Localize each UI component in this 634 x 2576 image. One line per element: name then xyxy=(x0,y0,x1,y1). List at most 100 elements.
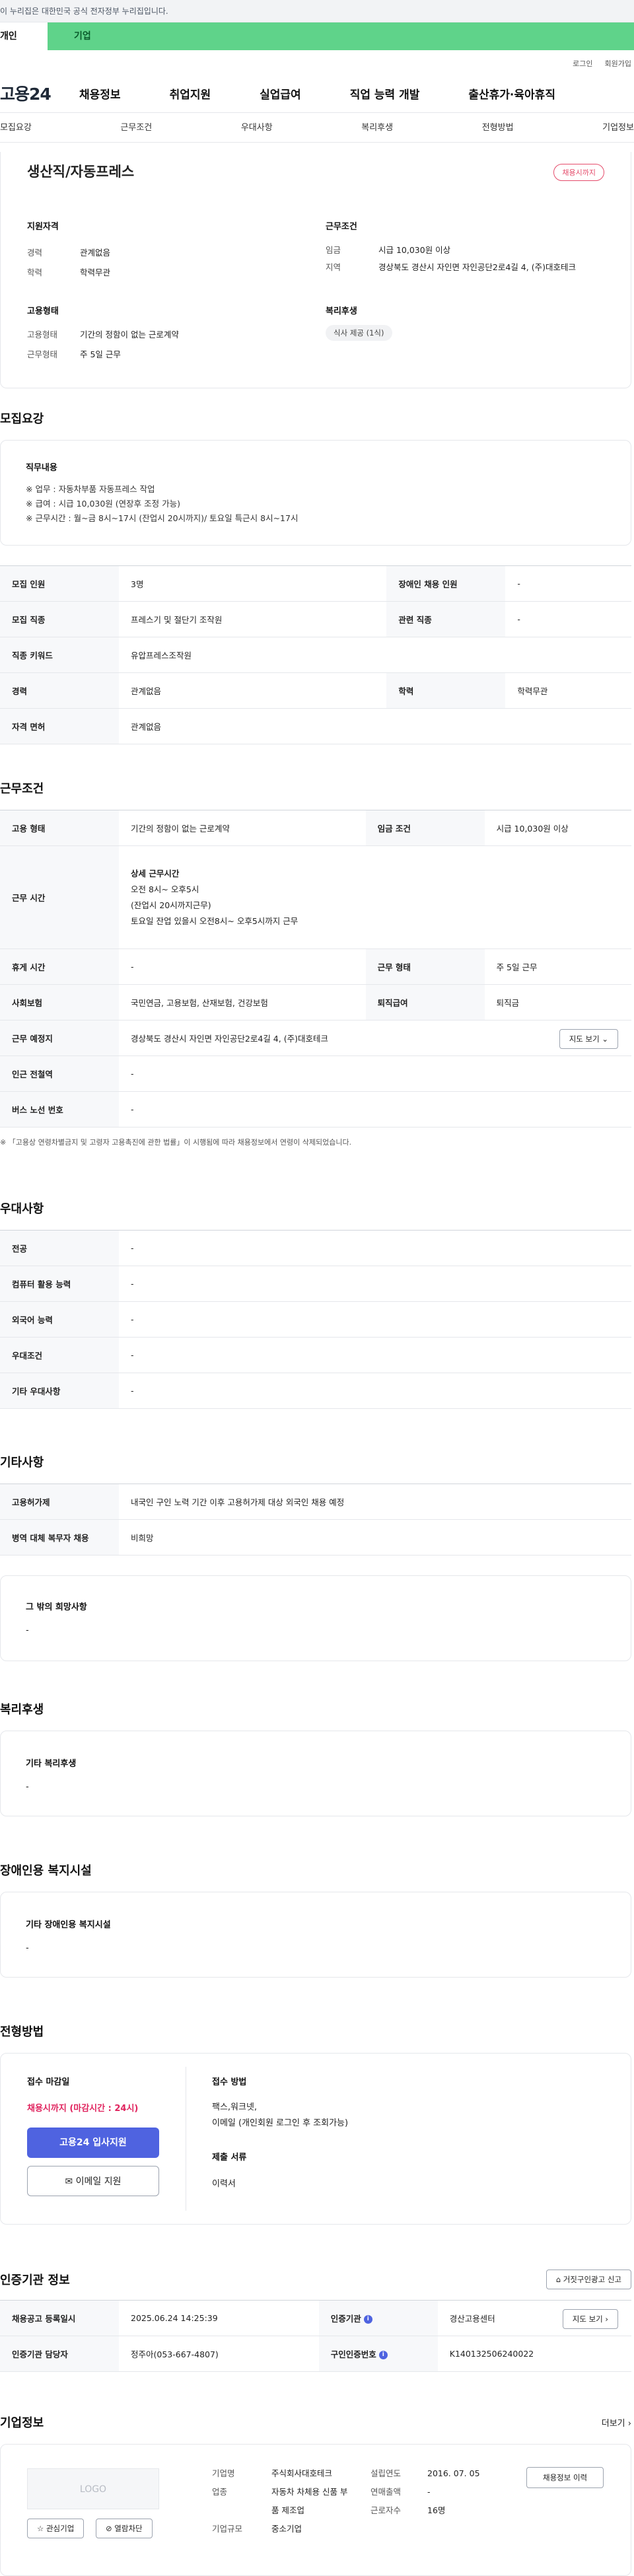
table-row: 전공 - xyxy=(0,1230,631,1266)
table-row: 근무 예정지 경상북도 경산시 자인면 자인공단2로4길 4, (주)대호테크 … xyxy=(0,1020,631,1056)
gnb-unemployment-benefit[interactable]: 실업급여 xyxy=(260,85,301,102)
cert-table: 채용공고 등록일시 2025.06.24 14:25:39 인증기관 i 경산고용센… xyxy=(0,2300,631,2372)
row-value: K140132506240022 xyxy=(437,2336,631,2372)
row-value: - xyxy=(119,1301,631,1338)
emp-value: 주 5일 근무 xyxy=(80,349,121,359)
row-value: 프레스기 및 절단기 조작원 xyxy=(119,601,387,637)
apply-button[interactable]: 고용24 입사지원 xyxy=(27,2128,159,2158)
prefer-heading: 우대사항 xyxy=(0,1202,44,1216)
table-row: 외국어 능력 - xyxy=(0,1301,631,1338)
subnav-selection[interactable]: 전형방법 xyxy=(482,113,514,142)
row-value: - xyxy=(119,1091,631,1127)
row-value: 비희망 xyxy=(119,1519,631,1556)
company-header: 기업정보 더보기 › xyxy=(0,2414,634,2431)
deadline-badge: 채용시까지 xyxy=(553,164,604,181)
row-value: - xyxy=(505,565,631,602)
signup-link[interactable]: 회원가입 xyxy=(605,58,631,74)
gnb-job-training[interactable]: 직업 능력 개발 xyxy=(350,85,420,102)
sales-label: 연매출액 xyxy=(370,2487,402,2497)
table-row: 인근 전철역 - xyxy=(0,1055,631,1092)
cond-value: 시급 10,030원 이상 xyxy=(378,245,451,255)
map-button-label: 지도 보기 xyxy=(569,1034,600,1044)
table-row: 인증기관 담당자 정주아(053-667-4807) 구인인증번호 i K14013… xyxy=(0,2336,631,2372)
other-card: 그 밖의 희망사항 - xyxy=(0,1575,631,1661)
row-value: - xyxy=(119,1266,631,1302)
row-label: 외국어 능력 xyxy=(0,1301,119,1338)
row-label: 모집 직종 xyxy=(0,601,119,637)
subnav-work[interactable]: 근무조건 xyxy=(120,113,152,142)
cond-value: 경상북도 경산시 자인면 자인공단2로4길 4, (주)대호테크 xyxy=(378,262,576,272)
gov-banner-text: 이 누리집은 대한민국 공식 전자정부 누리집입니다. xyxy=(0,7,168,16)
table-row: 채용공고 등록일시 2025.06.24 14:25:39 인증기관 i 경산고용센… xyxy=(0,2300,631,2336)
mail-icon: ✉ xyxy=(65,2176,73,2187)
welfare-tag: 식사 제공 (1식) xyxy=(326,325,392,341)
disability-heading: 장애인용 복지시설 xyxy=(0,1864,92,1878)
tab-company[interactable]: 기업 xyxy=(48,22,114,50)
summary-card: 생산직/자동프레스 채용시까지 지원자격 경력 관계없음 학력 학력무관 근무조건 … xyxy=(0,152,631,388)
subnav-company[interactable]: 기업정보 xyxy=(602,113,634,142)
row-label: 자격 면허 xyxy=(0,708,119,744)
gnb-employment-support[interactable]: 취업지원 xyxy=(170,85,211,102)
row-label: 모집 인원 xyxy=(0,565,119,602)
cond-label: 임금 xyxy=(326,245,341,255)
table-row: 근무 시간 상세 근무시간 오전 8시~ 오후5시 (잔업시 20시까지근무) … xyxy=(0,845,631,949)
row-value: 주 5일 근무 xyxy=(484,948,631,985)
email-apply-button[interactable]: ✉ 이메일 지원 xyxy=(27,2166,159,2196)
report-button[interactable]: ⌂ 거짓구인광고 신고 xyxy=(546,2270,631,2289)
row-label: 전공 xyxy=(0,1230,119,1266)
table-row: 컴퓨터 활용 능력 - xyxy=(0,1266,631,1302)
info-icon[interactable]: i xyxy=(378,2351,388,2359)
row-value: 유압프레스조작원 xyxy=(119,637,631,673)
info-icon[interactable]: i xyxy=(363,2315,372,2324)
row-label: 인증기관 i xyxy=(318,2300,438,2336)
table-row: 모집 인원 3명 장애인 채용 인원 - xyxy=(0,565,631,602)
etc-table: 고용허가제 내국인 구인 노력 기간 이후 고용허가제 대상 외국인 채용 예정 … xyxy=(0,1484,631,1556)
map-button[interactable]: 지도 보기 ⌄ xyxy=(559,1029,618,1049)
org-value: 경산고용센터 xyxy=(449,2314,495,2324)
table-row: 고용 형태 기간의 정함이 없는 근로계약 임금 조건 시급 10,030원 이상 xyxy=(0,810,631,846)
qual-list: 경력 관계없음 학력 학력무관 xyxy=(27,243,110,283)
subnav-welfare[interactable]: 복리후생 xyxy=(361,113,393,142)
row-label: 경력 xyxy=(0,672,119,709)
prefer-section: 우대사항 전공 - 컴퓨터 활용 능력 - 외국어 능력 - 우대조건 - 기타 우대사… xyxy=(0,1199,634,1409)
site-logo[interactable]: 고용24 xyxy=(0,81,79,105)
row-value: - xyxy=(119,948,366,985)
login-link[interactable]: 로그인 xyxy=(573,58,592,74)
row-label: 인증기관 담당자 xyxy=(0,2336,119,2372)
hire-history-button[interactable]: 채용정보 이력 xyxy=(526,2467,604,2488)
row-value: - xyxy=(119,1373,631,1409)
org-map-button[interactable]: 지도 보기 › xyxy=(562,2309,618,2329)
row-value: 학력무관 xyxy=(505,672,631,709)
prefer-table: 전공 - 컴퓨터 활용 능력 - 외국어 능력 - 우대조건 - 기타 우대사항 - xyxy=(0,1230,631,1409)
subnav-prefer[interactable]: 우대사항 xyxy=(241,113,273,142)
gnb-parental-leave[interactable]: 출산휴가·육아휴직 xyxy=(468,85,555,102)
company-logo: LOGO xyxy=(27,2468,159,2509)
gnb-jobs[interactable]: 채용정보 xyxy=(79,85,121,102)
table-row: 모집 직종 프레스기 및 절단기 조작원 관련 직종 - xyxy=(0,601,631,637)
time-title: 상세 근무시간 xyxy=(131,868,180,878)
method-line: 팩스,워크넷, xyxy=(212,2102,258,2112)
row-label: 퇴직급여 xyxy=(365,984,485,1020)
emp-label: 고용형태 xyxy=(27,330,58,340)
tab-personal[interactable]: 개인 xyxy=(0,22,48,50)
more-label: 더보기 xyxy=(601,2418,625,2429)
block-label: 열람차단 xyxy=(114,2524,143,2533)
chevron-right-icon: › xyxy=(627,2418,631,2429)
row-label: 사회보험 xyxy=(0,984,119,1020)
row-label: 병역 대체 복무자 채용 xyxy=(0,1519,119,1556)
fav-company-button[interactable]: ☆ 관심기업 xyxy=(27,2519,85,2538)
block-button[interactable]: ⊘ 열람차단 xyxy=(96,2519,153,2538)
age-note: ※ 「고용상 연령차별금지 및 고령자 고용촉진에 관한 법률」이 시행됨에 따… xyxy=(0,1138,352,1147)
industry-value: 자동차 차체용 신품 부품 제조업 xyxy=(271,2487,348,2515)
subnav-recruit[interactable]: 모집요강 xyxy=(0,113,32,142)
table-row: 병역 대체 복무자 채용 비희망 xyxy=(0,1519,631,1556)
company-info-left: 기업명 주식회사대호테크 업종 자동차 차체용 신품 부품 제조업 기업규모 중소기업 xyxy=(212,2464,364,2538)
duty-line: ※ 근무시간 : 월~금 8시~17시 (잔업시 20시까지)/ 토요일 특근시… xyxy=(26,513,299,523)
cond-title: 근무조건 xyxy=(326,222,357,232)
row-value: 정주아(053-667-4807) xyxy=(119,2336,319,2372)
benefit-card: 기타 복리후생 - xyxy=(0,1731,631,1816)
num-label: 구인인증번호 xyxy=(330,2349,376,2359)
more-link[interactable]: 더보기 › xyxy=(602,2416,631,2429)
table-row: 버스 노선 번호 - xyxy=(0,1091,631,1127)
company-card: LOGO ☆ 관심기업 ⊘ 열람차단 기업명 주식회사대호테크 업종 자동차 차체용… xyxy=(0,2444,631,2576)
